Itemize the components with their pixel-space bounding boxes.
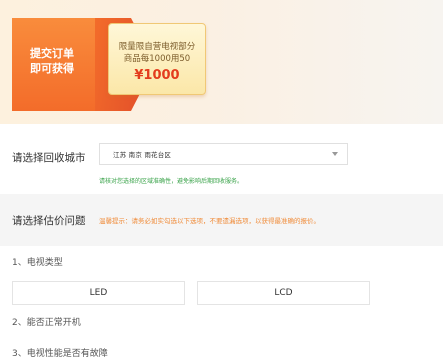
coupon-line1: 限量限自营电视部分 [118, 42, 196, 52]
question-power-on: 2、能否正常开机 [12, 318, 81, 328]
city-label: 请选择回收城市 [12, 152, 86, 164]
questions-label: 请选择估价问题 [12, 215, 86, 227]
city-select-value: 江苏 南京 雨花台区 [113, 151, 172, 159]
promo-badge-text: 提交订单 即可获得 [12, 46, 92, 76]
coupon-amount: ¥1000 [134, 68, 180, 83]
promo-badge-line2: 即可获得 [30, 62, 74, 75]
city-select[interactable]: 江苏 南京 雨花台区 [99, 143, 348, 165]
chevron-down-icon [332, 152, 338, 156]
question-tv-type: 1、电视类型 [12, 258, 63, 268]
option-lcd-button[interactable]: LCD [197, 281, 370, 305]
city-hint: 请核对您选择的区域准确性，避免影响后期回收服务。 [99, 178, 244, 185]
promo-badge-line1: 提交订单 [30, 47, 74, 60]
recycle-estimate-page: 提交订单 即可获得 限量限自营电视部分 商品每1000用50 ¥1000 请选择… [0, 0, 443, 360]
coupon-line2: 商品每1000用50 [123, 54, 191, 64]
question-performance-fault: 3、电视性能是否有故障 [12, 349, 108, 359]
questions-tip: 温馨提示：请务必如实勾选以下选项，不要遗漏选项，以获得最准确的报价。 [99, 217, 320, 225]
option-led-button[interactable]: LED [12, 281, 185, 305]
coupon-card: 限量限自营电视部分 商品每1000用50 ¥1000 [108, 23, 206, 95]
